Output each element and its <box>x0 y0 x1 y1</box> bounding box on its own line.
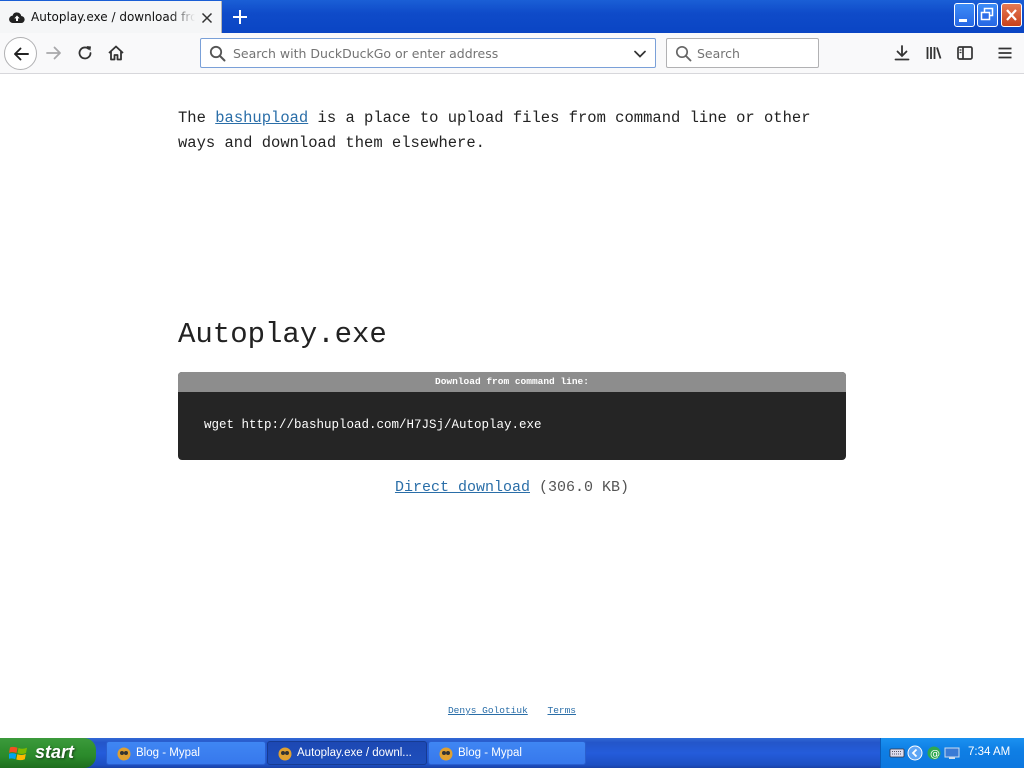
taskbar: start Blog - Mypal Autoplay.exe / downl.… <box>0 738 1024 768</box>
task-label: Autoplay.exe / downl... <box>297 747 412 759</box>
start-button[interactable]: start <box>0 738 96 768</box>
back-button[interactable] <box>4 37 37 70</box>
display-icon[interactable] <box>944 745 960 761</box>
footer: Denys Golotiuk Terms <box>0 705 1024 716</box>
forward-arrow-icon <box>46 46 61 60</box>
keyboard-icon[interactable] <box>889 745 905 761</box>
command-box-header: Download from command line: <box>178 372 846 392</box>
reload-icon <box>78 46 92 60</box>
intro-paragraph: The bashupload is a place to upload file… <box>178 106 838 156</box>
close-tab-icon[interactable] <box>199 10 215 26</box>
address-bar[interactable] <box>200 38 656 68</box>
browser-tab[interactable]: Autoplay.exe / download from bashupload.… <box>0 1 222 33</box>
windows-logo-icon <box>9 746 27 761</box>
task-label: Blog - Mypal <box>458 747 522 759</box>
minimize-icon <box>959 19 967 22</box>
back-arrow-icon <box>13 47 29 60</box>
chevron-left-icon[interactable] <box>907 745 923 761</box>
taskbar-button-blog[interactable]: Blog - Mypal <box>428 741 586 765</box>
author-link[interactable]: Denys Golotiuk <box>448 705 528 716</box>
library-button[interactable] <box>919 38 949 68</box>
close-icon <box>1006 9 1017 21</box>
file-name-heading: Autoplay.exe <box>178 318 387 351</box>
direct-download-link[interactable]: Direct download <box>395 479 530 496</box>
home-button[interactable] <box>101 38 131 68</box>
downloads-button[interactable] <box>887 38 917 68</box>
system-tray: @ 7:34 AM <box>880 738 1024 768</box>
start-label: start <box>35 742 75 762</box>
forward-button[interactable] <box>39 38 69 68</box>
search-bar[interactable] <box>666 38 819 68</box>
title-bar: Autoplay.exe / download from bashupload.… <box>0 0 1024 33</box>
chevron-down-icon[interactable] <box>633 47 647 61</box>
clock[interactable]: 7:34 AM <box>968 746 1010 758</box>
menu-button[interactable] <box>990 38 1020 68</box>
tab-title: Autoplay.exe / download from bashupload.… <box>31 10 195 24</box>
address-input[interactable] <box>233 44 623 62</box>
search-icon <box>675 45 692 62</box>
search-icon <box>209 45 226 62</box>
wget-command[interactable]: wget http://bashupload.com/H7JSj/Autopla… <box>204 418 542 432</box>
search-input[interactable] <box>697 44 812 62</box>
page-content: The bashupload is a place to upload file… <box>0 74 1024 738</box>
restore-icon <box>980 7 994 21</box>
restore-button[interactable] <box>977 3 998 27</box>
library-icon <box>926 47 942 59</box>
taskbar-button-blog[interactable]: Blog - Mypal <box>106 741 266 765</box>
hamburger-menu-icon <box>998 47 1012 59</box>
sidebar-button[interactable] <box>950 38 980 68</box>
new-tab-icon[interactable] <box>229 6 251 28</box>
download-icon <box>894 45 910 61</box>
reload-button[interactable] <box>70 38 100 68</box>
terms-link[interactable]: Terms <box>548 705 577 716</box>
download-line: Direct download (306.0 KB) <box>0 479 1024 496</box>
close-window-button[interactable] <box>1001 3 1022 27</box>
bashupload-link[interactable]: bashupload <box>215 109 308 127</box>
taskbar-button-autoplay[interactable]: Autoplay.exe / downl... <box>267 741 427 765</box>
cloud-upload-icon <box>9 12 25 24</box>
minimize-button[interactable] <box>954 3 975 27</box>
svg-text:@: @ <box>930 749 940 760</box>
sidebar-icon <box>957 46 973 60</box>
file-size: (306.0 KB) <box>539 479 630 496</box>
navigation-toolbar <box>0 33 1024 101</box>
mypal-browser-icon <box>278 747 292 761</box>
command-box: Download from command line: wget http://… <box>178 372 846 460</box>
task-label: Blog - Mypal <box>136 747 200 759</box>
mypal-browser-icon <box>439 747 453 761</box>
home-icon <box>108 45 124 61</box>
network-icon[interactable]: @ <box>926 745 942 761</box>
mypal-browser-icon <box>117 747 131 761</box>
intro-prefix: The <box>178 109 216 127</box>
